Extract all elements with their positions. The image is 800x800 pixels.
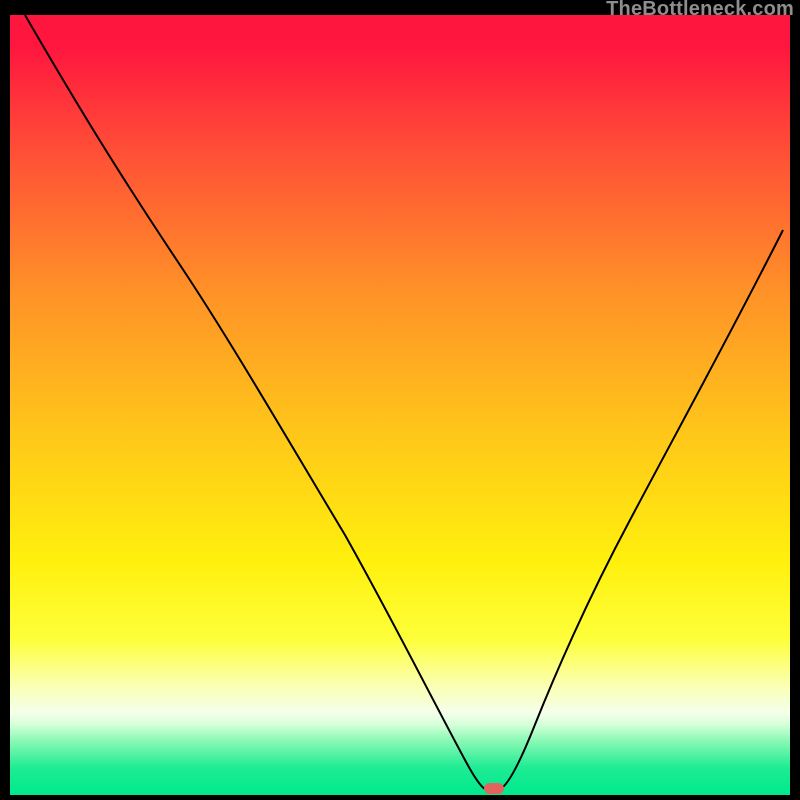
- optimal-point-marker: [484, 783, 504, 794]
- chart-plot-area: [10, 15, 790, 795]
- bottleneck-curve-line: [25, 15, 783, 789]
- bottleneck-chart-svg: [10, 15, 790, 795]
- watermark-text: TheBottleneck.com: [606, 0, 794, 21]
